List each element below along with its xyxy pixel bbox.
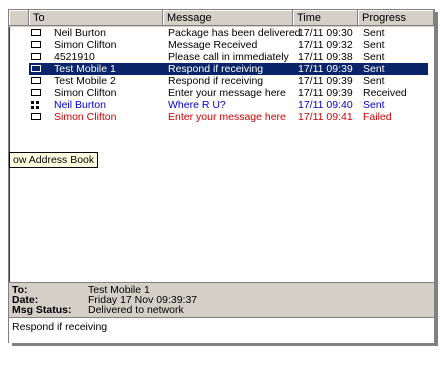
cell-progress: Sent — [363, 63, 385, 75]
cell-to: Test Mobile 2 — [54, 75, 116, 87]
cell-to: Neil Burton — [54, 99, 106, 111]
cell-time: 17/11 09:30 — [298, 27, 353, 39]
cell-progress: Failed — [363, 111, 392, 123]
column-header-message[interactable]: Message — [163, 10, 293, 26]
table-row[interactable]: Test Mobile 2 Respond if receiving 17/11 0… — [9, 75, 434, 87]
cell-time: 17/11 09:38 — [298, 51, 353, 63]
table-row[interactable]: Test Mobile 1 Respond if receiving 17/11 0… — [9, 63, 434, 75]
message-details-panel: To: Test Mobile 1 Date: Friday 17 Nov 09… — [9, 282, 434, 317]
cell-time: 17/11 09:39 — [298, 63, 353, 75]
table-row[interactable]: Neil Burton Where R U? 17/11 09:40 Sent — [9, 99, 434, 111]
cell-time: 17/11 09:40 — [298, 99, 353, 111]
cell-to: Neil Burton — [54, 27, 106, 39]
cell-progress: Sent — [363, 27, 385, 39]
column-header-time[interactable]: Time — [293, 10, 358, 26]
cell-progress: Sent — [363, 99, 385, 111]
show-address-book-tooltip: ow Address Book — [9, 152, 99, 168]
cell-time: 17/11 09:39 — [298, 75, 353, 87]
cell-message: Enter your message here — [168, 87, 286, 99]
cell-to: Simon Clifton — [54, 87, 117, 99]
message-icon — [31, 29, 41, 36]
cell-progress: Sent — [363, 75, 385, 87]
cell-message: Respond if receiving — [168, 63, 264, 75]
message-icon — [31, 65, 41, 72]
cell-message: Message Received — [168, 39, 258, 51]
cell-progress: Sent — [363, 51, 385, 63]
message-icon — [31, 41, 41, 48]
message-body-text: Respond if receiving — [12, 321, 108, 333]
message-icon — [31, 89, 41, 96]
cell-message: Where R U? — [168, 99, 226, 111]
cell-message: Please call in immediately — [168, 51, 289, 63]
table-row[interactable]: Simon Clifton Message Received 17/11 09:32… — [9, 39, 434, 51]
column-header-progress[interactable]: Progress — [358, 10, 434, 26]
message-icon — [31, 53, 41, 60]
cell-message: Enter your message here — [168, 111, 286, 123]
cell-message: Respond if receiving — [168, 75, 264, 87]
message-list-panel: To Message Time Progress Neil Burton Pack… — [8, 9, 435, 343]
message-icon — [31, 77, 41, 84]
cell-time: 17/11 09:41 — [298, 111, 353, 123]
msg-status-label: Msg Status: — [12, 304, 72, 316]
column-header-icon[interactable] — [9, 10, 29, 26]
cell-to: Test Mobile 1 — [54, 63, 116, 75]
cell-message: Package has been delivered — [168, 27, 301, 39]
cell-progress: Sent — [363, 39, 385, 51]
column-header-to[interactable]: To — [29, 10, 163, 26]
cell-time: 17/11 09:32 — [298, 39, 353, 51]
cell-to: Simon Clifton — [54, 39, 117, 51]
cell-to: Simon Clifton — [54, 111, 117, 123]
group-icon — [31, 101, 39, 109]
cell-time: 17/11 09:39 — [298, 87, 353, 99]
msg-status-value: Delivered to network — [88, 304, 184, 316]
table-row[interactable]: Simon Clifton Enter your message here 17/1… — [9, 111, 434, 123]
table-row[interactable]: Neil Burton Package has been delivered 17/… — [9, 27, 434, 39]
list-header: To Message Time Progress — [9, 10, 434, 27]
table-row[interactable]: 4521910 Please call in immediately 17/11 0… — [9, 51, 434, 63]
cell-to: 4521910 — [54, 51, 95, 63]
message-icon — [31, 113, 41, 120]
sms-message-window: To Message Time Progress Neil Burton Pack… — [0, 0, 440, 371]
cell-progress: Received — [363, 87, 407, 99]
table-row[interactable]: Simon Clifton Enter your message here 17/1… — [9, 87, 434, 99]
message-body-area[interactable]: Respond if receiving — [9, 317, 434, 343]
